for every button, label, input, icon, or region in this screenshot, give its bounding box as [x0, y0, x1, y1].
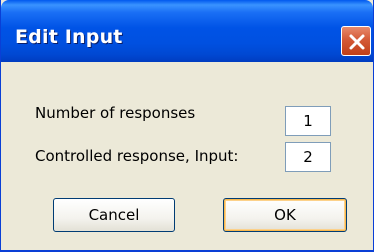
- responses-label: Number of responses: [35, 104, 196, 122]
- controlled-response-label: Controlled response, Input:: [35, 147, 239, 165]
- responses-input[interactable]: 1: [285, 106, 331, 136]
- cancel-button[interactable]: Cancel: [53, 198, 175, 232]
- close-button[interactable]: [341, 26, 371, 56]
- ok-button[interactable]: OK: [223, 198, 347, 232]
- dialog-title: Edit Input: [15, 26, 123, 48]
- title-bar[interactable]: Edit Input: [1, 0, 373, 62]
- controlled-response-input[interactable]: 2: [285, 142, 331, 172]
- dialog-body: Number of responses 1 Controlled respons…: [1, 62, 373, 250]
- edit-input-dialog: Edit Input Number of responses 1 Control…: [0, 0, 374, 252]
